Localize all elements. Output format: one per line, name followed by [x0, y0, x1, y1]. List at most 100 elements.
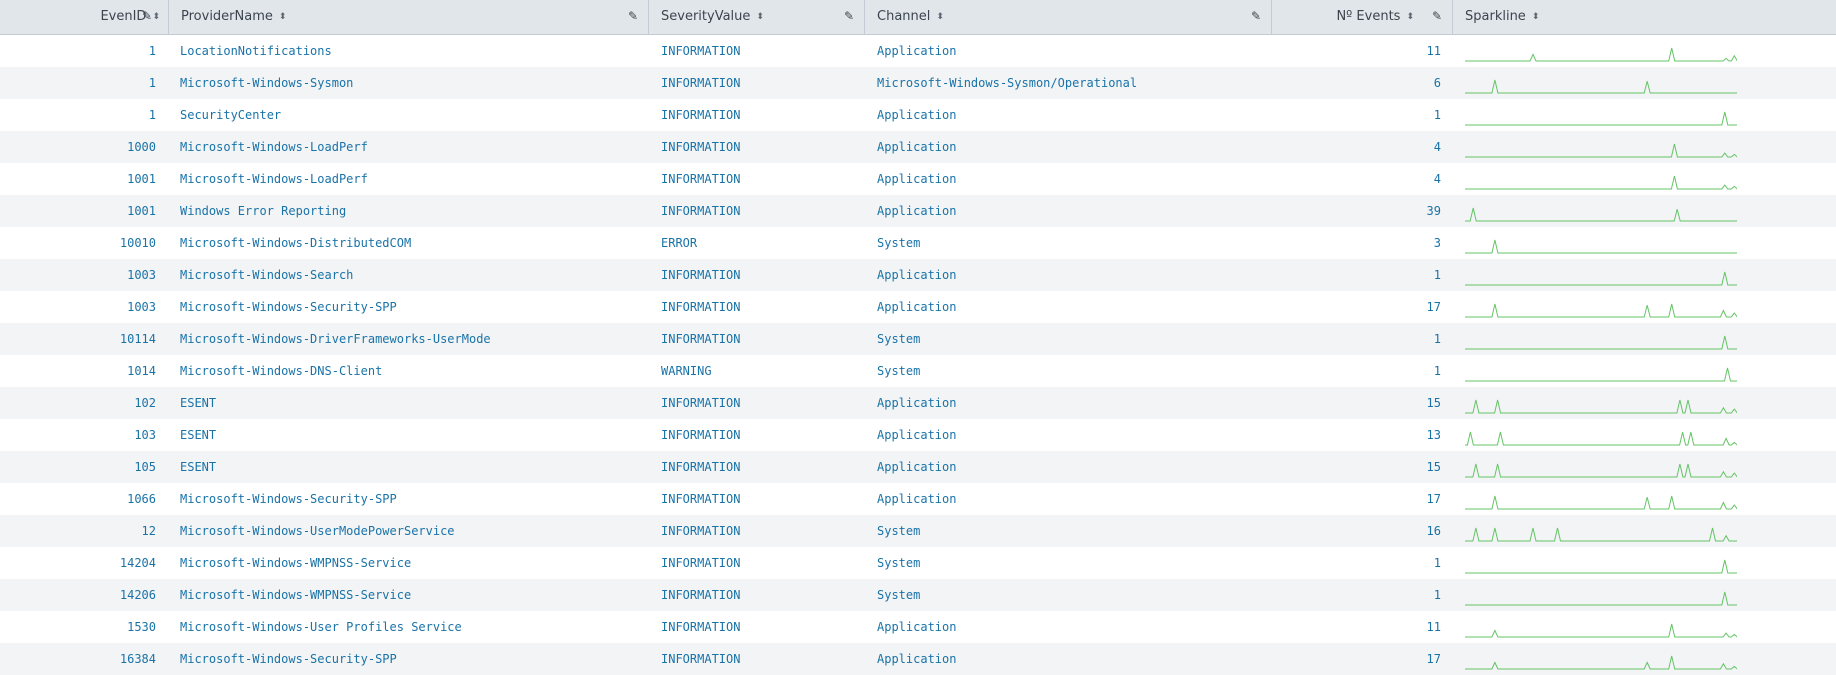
- column-header-sparkline[interactable]: Sparkline ⬍: [1453, 0, 1836, 34]
- cell-channel[interactable]: Application: [877, 291, 956, 323]
- sort-arrows-icon[interactable]: ⬍: [936, 1, 944, 34]
- cell-severityvalue[interactable]: INFORMATION: [661, 67, 740, 99]
- cell-severityvalue[interactable]: INFORMATION: [661, 643, 740, 675]
- cell-channel[interactable]: Application: [877, 131, 956, 163]
- cell-evenid[interactable]: 1: [0, 67, 156, 99]
- table-row[interactable]: 14206 Microsoft-Windows-WMPNSS-Service INF…: [0, 579, 1836, 611]
- cell-channel[interactable]: Application: [877, 419, 956, 451]
- cell-evenid[interactable]: 1000: [0, 131, 156, 163]
- cell-events[interactable]: 15: [1272, 451, 1441, 483]
- cell-providername[interactable]: ESENT: [180, 451, 216, 483]
- column-header-providername[interactable]: ProviderName ⬍ ✎: [169, 0, 649, 34]
- cell-severityvalue[interactable]: ERROR: [661, 227, 697, 259]
- cell-providername[interactable]: Microsoft-Windows-Security-SPP: [180, 291, 397, 323]
- pencil-icon[interactable]: ✎: [142, 0, 152, 33]
- cell-channel[interactable]: Application: [877, 611, 956, 643]
- cell-events[interactable]: 1: [1272, 547, 1441, 579]
- cell-severityvalue[interactable]: INFORMATION: [661, 291, 740, 323]
- cell-evenid[interactable]: 1014: [0, 355, 156, 387]
- cell-events[interactable]: 1: [1272, 99, 1441, 131]
- cell-evenid[interactable]: 1: [0, 35, 156, 67]
- cell-events[interactable]: 16: [1272, 515, 1441, 547]
- table-row[interactable]: 1 SecurityCenter INFORMATION Application 1: [0, 99, 1836, 131]
- cell-channel[interactable]: System: [877, 227, 920, 259]
- cell-providername[interactable]: Microsoft-Windows-WMPNSS-Service: [180, 579, 411, 611]
- cell-channel[interactable]: Application: [877, 451, 956, 483]
- cell-evenid[interactable]: 1003: [0, 259, 156, 291]
- table-row[interactable]: 105 ESENT INFORMATION Application 15: [0, 451, 1836, 483]
- cell-evenid[interactable]: 1003: [0, 291, 156, 323]
- cell-channel[interactable]: Application: [877, 643, 956, 675]
- pencil-icon[interactable]: ✎: [1251, 0, 1261, 33]
- cell-providername[interactable]: Microsoft-Windows-UserModePowerService: [180, 515, 455, 547]
- cell-severityvalue[interactable]: INFORMATION: [661, 131, 740, 163]
- cell-providername[interactable]: Microsoft-Windows-User Profiles Service: [180, 611, 462, 643]
- cell-evenid[interactable]: 10010: [0, 227, 156, 259]
- cell-events[interactable]: 1: [1272, 355, 1441, 387]
- cell-severityvalue[interactable]: INFORMATION: [661, 163, 740, 195]
- cell-evenid[interactable]: 1530: [0, 611, 156, 643]
- table-row[interactable]: 10010 Microsoft-Windows-DistributedCOM ERR…: [0, 227, 1836, 259]
- cell-severityvalue[interactable]: INFORMATION: [661, 35, 740, 67]
- cell-events[interactable]: 4: [1272, 131, 1441, 163]
- cell-evenid[interactable]: 102: [0, 387, 156, 419]
- cell-evenid[interactable]: 103: [0, 419, 156, 451]
- table-row[interactable]: 1003 Microsoft-Windows-Search INFORMATION A…: [0, 259, 1836, 291]
- cell-severityvalue[interactable]: INFORMATION: [661, 195, 740, 227]
- cell-severityvalue[interactable]: INFORMATION: [661, 579, 740, 611]
- cell-evenid[interactable]: 105: [0, 451, 156, 483]
- table-row[interactable]: 1014 Microsoft-Windows-DNS-Client WARNING S…: [0, 355, 1836, 387]
- pencil-icon[interactable]: ✎: [628, 0, 638, 33]
- cell-providername[interactable]: Microsoft-Windows-DNS-Client: [180, 355, 382, 387]
- table-row[interactable]: 10114 Microsoft-Windows-DriverFrameworks-…: [0, 323, 1836, 355]
- cell-severityvalue[interactable]: INFORMATION: [661, 611, 740, 643]
- cell-evenid[interactable]: 1001: [0, 163, 156, 195]
- cell-severityvalue[interactable]: INFORMATION: [661, 483, 740, 515]
- cell-events[interactable]: 1: [1272, 579, 1441, 611]
- table-row[interactable]: 14204 Microsoft-Windows-WMPNSS-Service INF…: [0, 547, 1836, 579]
- cell-severityvalue[interactable]: WARNING: [661, 355, 712, 387]
- cell-channel[interactable]: System: [877, 547, 920, 579]
- cell-events[interactable]: 15: [1272, 387, 1441, 419]
- cell-evenid[interactable]: 10114: [0, 323, 156, 355]
- column-header-events[interactable]: Nº Events ⬍ ✎: [1272, 0, 1453, 34]
- table-row[interactable]: 102 ESENT INFORMATION Application 15: [0, 387, 1836, 419]
- cell-providername[interactable]: Microsoft-Windows-LoadPerf: [180, 131, 368, 163]
- table-row[interactable]: 1001 Microsoft-Windows-LoadPerf INFORMATIO…: [0, 163, 1836, 195]
- cell-channel[interactable]: Microsoft-Windows-Sysmon/Operational: [877, 67, 1137, 99]
- cell-severityvalue[interactable]: INFORMATION: [661, 451, 740, 483]
- cell-severityvalue[interactable]: INFORMATION: [661, 259, 740, 291]
- pencil-icon[interactable]: ✎: [844, 0, 854, 33]
- table-row[interactable]: 1001 Windows Error Reporting INFORMATION Ap…: [0, 195, 1836, 227]
- cell-providername[interactable]: Microsoft-Windows-Sysmon: [180, 67, 353, 99]
- pencil-icon[interactable]: ✎: [1432, 0, 1442, 33]
- cell-evenid[interactable]: 14204: [0, 547, 156, 579]
- cell-evenid[interactable]: 1066: [0, 483, 156, 515]
- cell-providername[interactable]: Microsoft-Windows-DistributedCOM: [180, 227, 411, 259]
- cell-channel[interactable]: Application: [877, 35, 956, 67]
- cell-providername[interactable]: ESENT: [180, 387, 216, 419]
- table-row[interactable]: 12 Microsoft-Windows-UserModePowerService…: [0, 515, 1836, 547]
- cell-severityvalue[interactable]: INFORMATION: [661, 547, 740, 579]
- sort-arrows-icon[interactable]: ⬍: [1532, 1, 1540, 34]
- cell-severityvalue[interactable]: INFORMATION: [661, 99, 740, 131]
- cell-channel[interactable]: System: [877, 515, 920, 547]
- table-row[interactable]: 1000 Microsoft-Windows-LoadPerf INFORMATIO…: [0, 131, 1836, 163]
- cell-events[interactable]: 11: [1272, 35, 1441, 67]
- cell-severityvalue[interactable]: INFORMATION: [661, 515, 740, 547]
- sort-arrows-icon[interactable]: ⬍: [279, 1, 287, 34]
- table-row[interactable]: 1 Microsoft-Windows-Sysmon INFORMATION Micr…: [0, 67, 1836, 99]
- cell-providername[interactable]: Microsoft-Windows-Security-SPP: [180, 483, 397, 515]
- cell-channel[interactable]: Application: [877, 163, 956, 195]
- cell-providername[interactable]: Microsoft-Windows-LoadPerf: [180, 163, 368, 195]
- cell-events[interactable]: 13: [1272, 419, 1441, 451]
- cell-events[interactable]: 17: [1272, 643, 1441, 675]
- table-row[interactable]: 1066 Microsoft-Windows-Security-SPP INFORM…: [0, 483, 1836, 515]
- sort-arrows-icon[interactable]: ⬍: [1406, 1, 1414, 34]
- table-row[interactable]: 103 ESENT INFORMATION Application 13: [0, 419, 1836, 451]
- table-row[interactable]: 16384 Microsoft-Windows-Security-SPP INFOR…: [0, 643, 1836, 675]
- cell-channel[interactable]: Application: [877, 483, 956, 515]
- cell-severityvalue[interactable]: INFORMATION: [661, 419, 740, 451]
- cell-events[interactable]: 17: [1272, 291, 1441, 323]
- cell-events[interactable]: 17: [1272, 483, 1441, 515]
